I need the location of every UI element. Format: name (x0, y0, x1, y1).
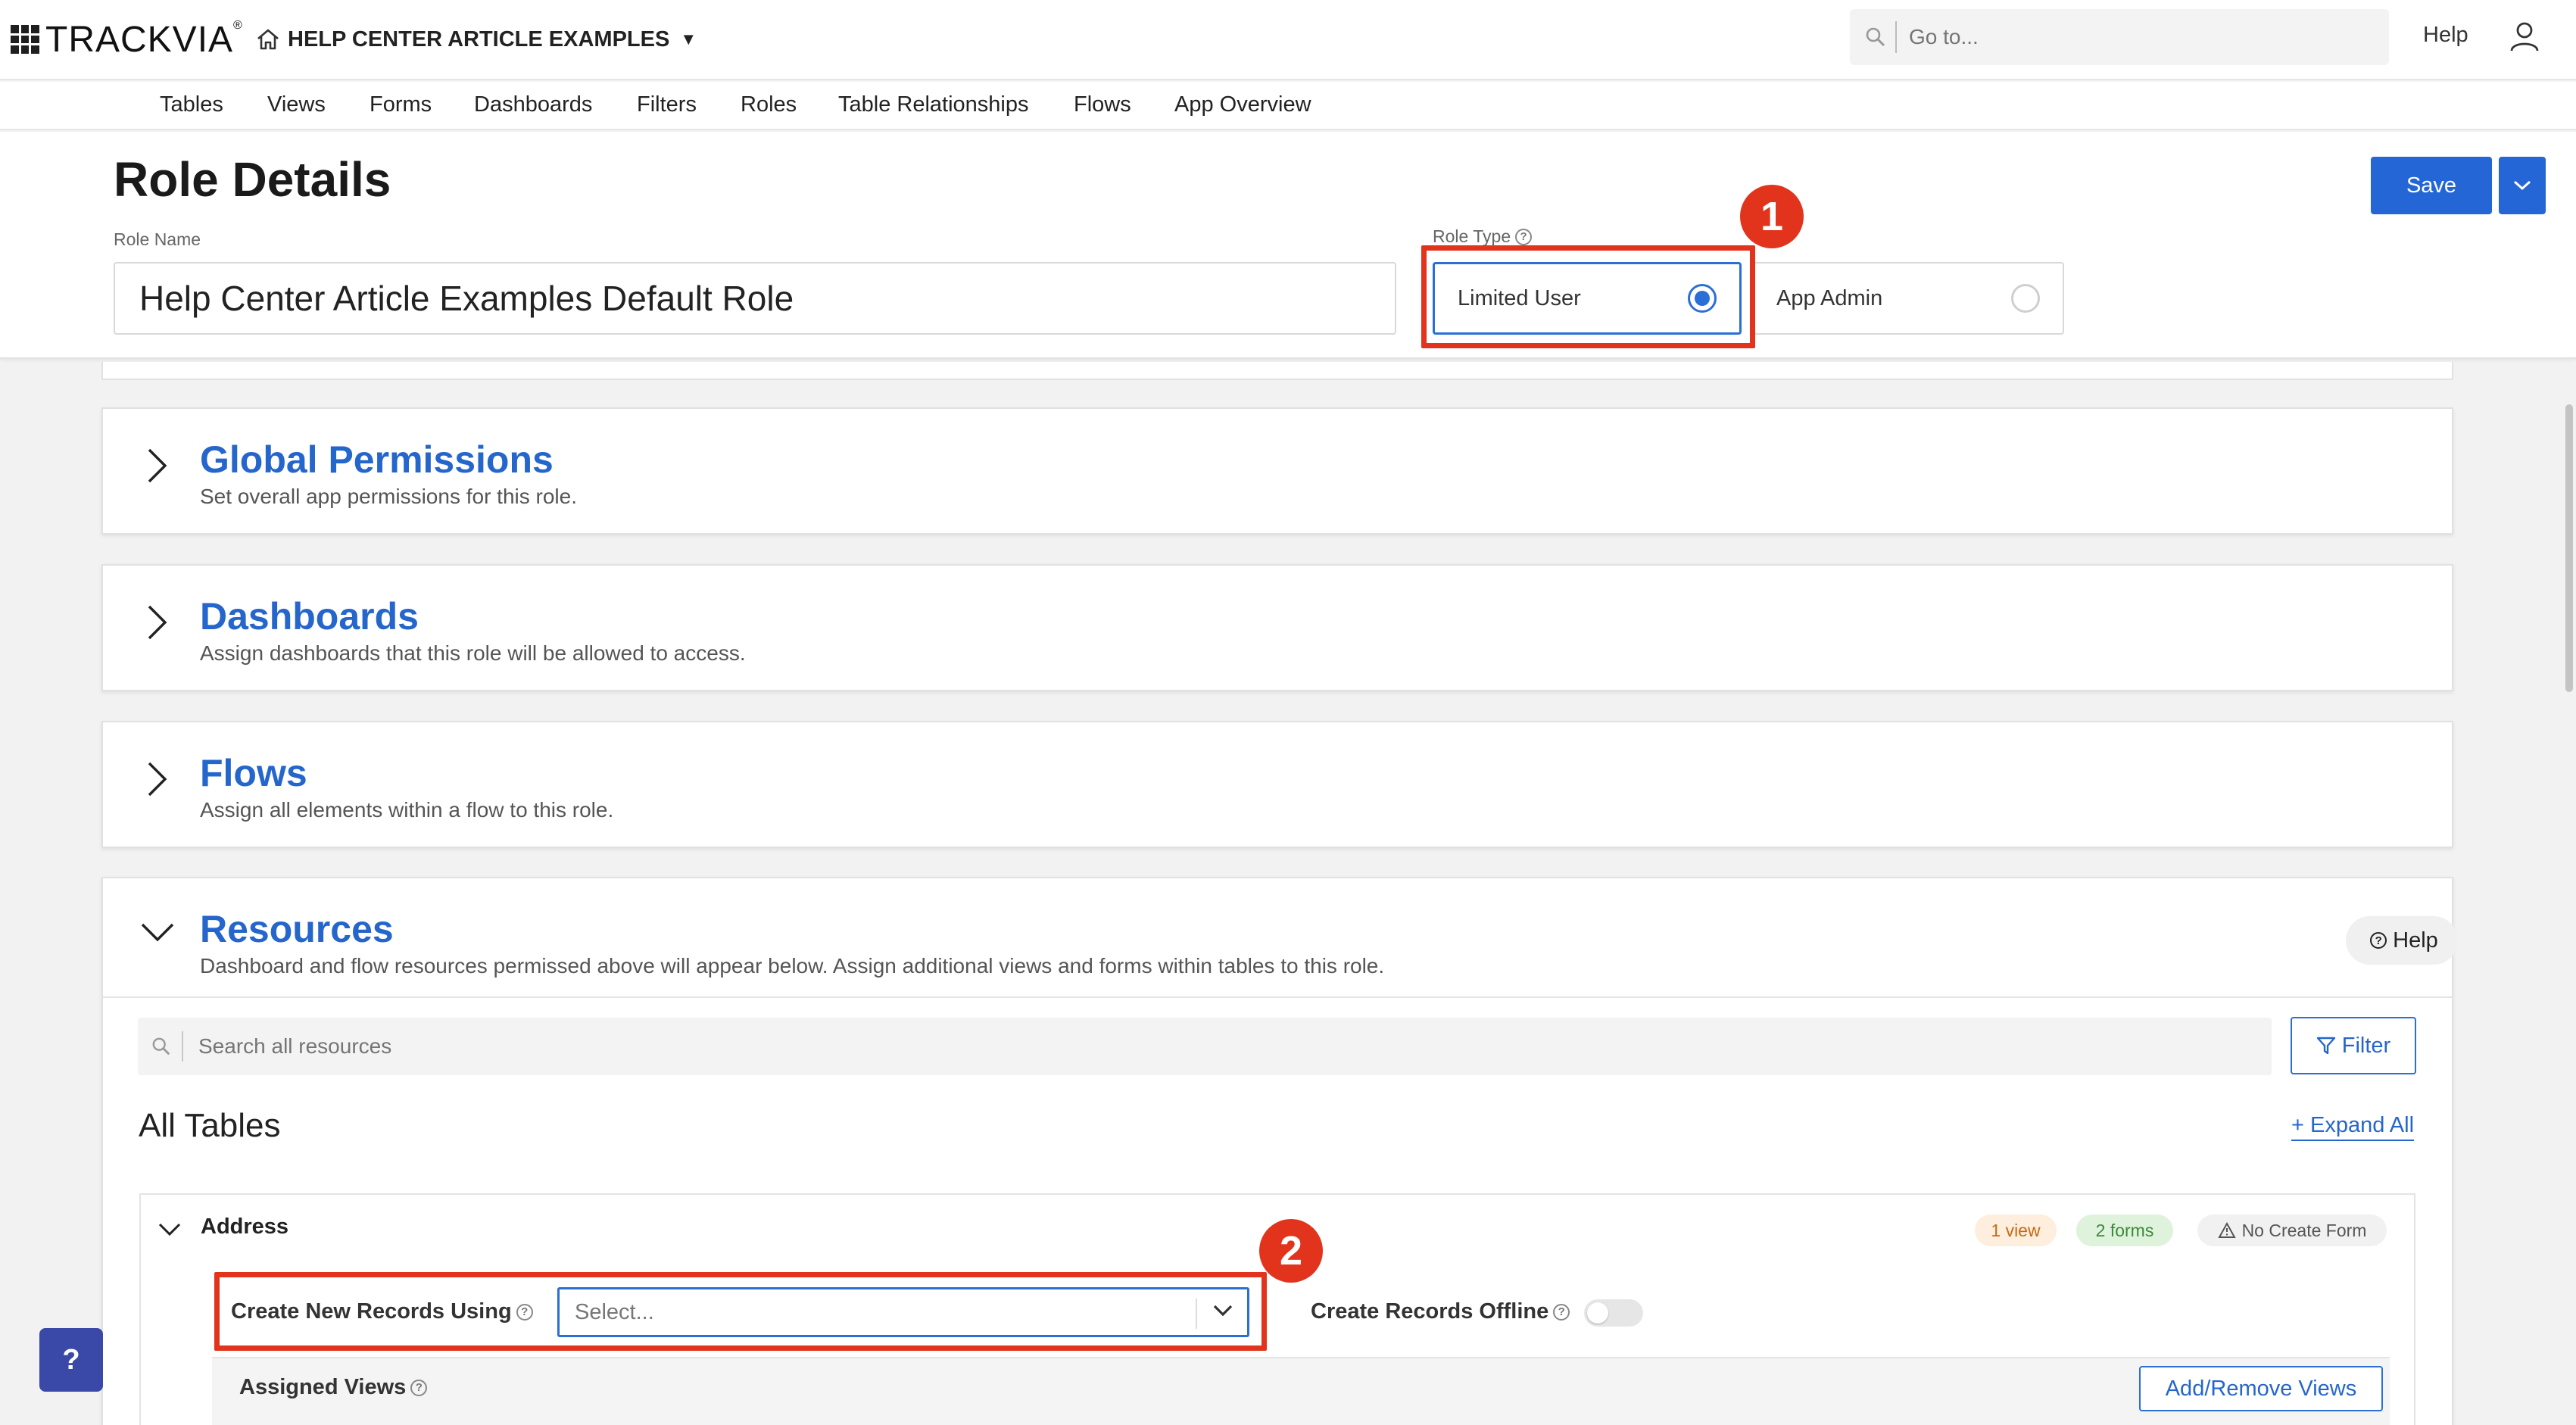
page-scrollbar[interactable] (2565, 404, 2573, 692)
section-desc: Assign dashboards that this role will be… (200, 641, 746, 665)
chevron-down-icon[interactable] (139, 921, 176, 943)
help-circle-icon: ? (2370, 932, 2387, 949)
search-icon (152, 1037, 170, 1055)
section-dashboards[interactable]: Dashboards Assign dashboards that this r… (101, 564, 2453, 691)
chevron-down-icon (2513, 180, 2531, 191)
assigned-views-bar (212, 1357, 2390, 1425)
save-options-button[interactable] (2499, 157, 2546, 214)
table-name: Address (201, 1215, 289, 1239)
chevron-down-icon[interactable] (157, 1222, 182, 1237)
app-name: HELP CENTER ARTICLE EXAMPLES (288, 27, 670, 51)
page-title: Role Details (114, 152, 391, 207)
main-nav: Tables Views Forms Dashboards Filters Ro… (0, 82, 2576, 130)
logo-text: TRACKVIA® (45, 18, 243, 60)
home-icon (257, 29, 279, 50)
chevron-right-icon (148, 605, 167, 640)
nav-tables[interactable]: Tables (160, 92, 223, 117)
save-button[interactable]: Save (2371, 157, 2492, 214)
help-circle-icon[interactable]: ? (1553, 1303, 1570, 1321)
radio-unselected-icon[interactable] (2011, 284, 2040, 313)
nav-forms[interactable]: Forms (370, 92, 432, 117)
filter-label: Filter (2341, 1033, 2391, 1058)
nav-roles[interactable]: Roles (741, 92, 797, 117)
nav-views[interactable]: Views (267, 92, 326, 117)
annotation-badge-1: 1 (1740, 185, 1804, 248)
nav-dashboards[interactable]: Dashboards (474, 92, 592, 117)
role-type-app-admin[interactable]: App Admin (1752, 262, 2064, 335)
resources-search[interactable] (138, 1018, 2272, 1075)
help-circle-icon[interactable]: ? (410, 1379, 428, 1396)
resources-search-input[interactable] (198, 1034, 2091, 1059)
section-desc: Dashboard and flow resources permissed a… (200, 954, 1385, 978)
add-remove-views-button[interactable]: Add/Remove Views (2139, 1366, 2383, 1411)
resources-help-button[interactable]: ? Help (2346, 916, 2458, 965)
role-name-input[interactable]: Help Center Article Examples Default Rol… (114, 262, 1396, 335)
search-divider (182, 1031, 183, 1062)
caret-down-icon: ▼ (680, 30, 697, 48)
logo-grid-icon (11, 25, 39, 54)
resources-divider (103, 996, 2452, 998)
user-icon[interactable] (2508, 20, 2541, 57)
search-icon (1866, 27, 1885, 47)
no-create-label: No Create Form (2241, 1220, 2367, 1240)
section-desc: Set overall app permissions for this rol… (200, 485, 577, 508)
filter-icon (2316, 1037, 2335, 1055)
section-desc: Assign all elements within a flow to thi… (200, 798, 614, 822)
nav-table-relationships[interactable]: Table Relationships (838, 92, 1028, 117)
trackvia-logo[interactable]: TRACKVIA® (11, 18, 243, 60)
highlight-box-2 (214, 1272, 1267, 1351)
section-strip (101, 362, 2453, 380)
role-type-label: Role Type? (1433, 226, 1533, 247)
no-create-form-badge: No Create Form (2197, 1215, 2387, 1246)
help-fab-button[interactable]: ? (39, 1328, 103, 1392)
views-count-badge: 1 view (1975, 1215, 2057, 1246)
radio-label: App Admin (1776, 285, 1883, 310)
warning-icon (2217, 1222, 2236, 1238)
annotation-badge-2: 2 (1259, 1219, 1323, 1283)
search-divider (1895, 21, 1897, 53)
goto-input[interactable] (1909, 25, 2333, 49)
role-name-label: Role Name (114, 229, 201, 249)
forms-count-badge: 2 forms (2076, 1215, 2173, 1246)
all-tables-heading: All Tables (139, 1107, 281, 1144)
section-flows[interactable]: Flows Assign all elements within a flow … (101, 721, 2453, 848)
section-title[interactable]: Resources (200, 907, 394, 951)
section-global-permissions[interactable]: Global Permissions Set overall app permi… (101, 407, 2453, 535)
nav-filters[interactable]: Filters (637, 92, 697, 117)
section-title: Flows (200, 752, 307, 794)
filter-button[interactable]: Filter (2291, 1017, 2416, 1074)
assigned-views-label: Assigned Views? (239, 1375, 428, 1400)
expand-all-link[interactable]: + Expand All (2291, 1113, 2415, 1141)
help-label: Help (2393, 928, 2438, 953)
help-link[interactable]: Help (2423, 23, 2468, 48)
nav-app-overview[interactable]: App Overview (1174, 92, 1311, 117)
section-title: Dashboards (200, 595, 419, 638)
chevron-right-icon (148, 762, 167, 797)
help-circle-icon[interactable]: ? (1515, 228, 1533, 245)
nav-flows[interactable]: Flows (1074, 92, 1131, 117)
chevron-right-icon (148, 448, 167, 483)
highlight-box-1 (1421, 245, 1755, 348)
app-switcher[interactable]: HELP CENTER ARTICLE EXAMPLES ▼ (256, 23, 697, 56)
goto-search[interactable] (1850, 9, 2389, 65)
create-offline-label: Create Records Offline? (1311, 1299, 1570, 1324)
offline-toggle[interactable] (1584, 1299, 1643, 1327)
section-title: Global Permissions (200, 438, 554, 481)
